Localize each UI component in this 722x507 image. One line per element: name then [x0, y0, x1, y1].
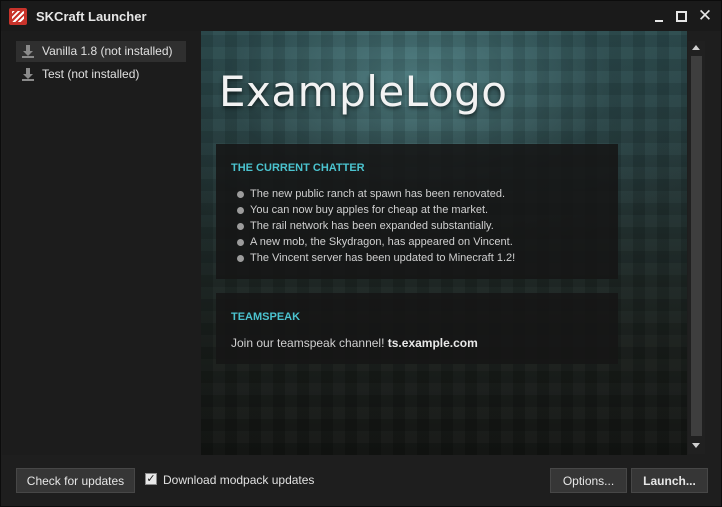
news-item: The new public ranch at spawn has been r… — [236, 186, 515, 202]
download-icon — [22, 45, 34, 58]
news-item: A new mob, the Skydragon, has appeared o… — [236, 234, 515, 250]
scroll-down-icon[interactable] — [688, 439, 705, 452]
teamspeak-heading: TEAMSPEAK — [231, 311, 301, 323]
news-heading: THE CURRENT CHATTER — [231, 162, 365, 174]
launcher-window: SKCraft Launcher ✕ Vanilla 1.8 (not inst… — [0, 0, 722, 507]
options-button[interactable]: Options... — [550, 468, 627, 493]
close-button[interactable]: ✕ — [696, 7, 714, 25]
modpack-item-test[interactable]: Test (not installed) — [16, 64, 186, 85]
download-modpack-label[interactable]: Download modpack updates — [163, 473, 314, 487]
teamspeak-host: ts.example.com — [387, 336, 478, 350]
minimize-button[interactable] — [651, 7, 669, 25]
title-bar[interactable]: SKCraft Launcher ✕ — [1, 1, 721, 31]
news-list: The new public ranch at spawn has been r… — [236, 186, 515, 266]
news-panel: THE CURRENT CHATTER The new public ranch… — [216, 144, 618, 279]
scroll-up-icon[interactable] — [688, 41, 705, 54]
launch-button[interactable]: Launch... — [631, 468, 708, 493]
modpack-label: Vanilla 1.8 (not installed) — [42, 44, 173, 58]
download-icon — [22, 68, 34, 81]
teamspeak-text: Join our teamspeak channel! ts.example.c… — [231, 336, 478, 350]
logo-text: ExampleLogo — [219, 67, 508, 116]
news-item: You can now buy apples for cheap at the … — [236, 202, 515, 218]
vertical-scrollbar[interactable] — [688, 41, 705, 454]
scroll-thumb[interactable] — [691, 56, 702, 436]
teamspeak-panel: TEAMSPEAK Join our teamspeak channel! ts… — [216, 293, 618, 364]
modpack-label: Test (not installed) — [42, 67, 140, 81]
check-updates-button[interactable]: Check for updates — [16, 468, 135, 493]
app-icon — [9, 8, 27, 25]
maximize-button[interactable] — [673, 7, 691, 25]
window-title: SKCraft Launcher — [36, 9, 147, 24]
modpack-list: Vanilla 1.8 (not installed) Test (not in… — [2, 31, 201, 455]
modpack-item-vanilla[interactable]: Vanilla 1.8 (not installed) — [16, 41, 186, 62]
teamspeak-message: Join our teamspeak channel! — [231, 336, 388, 350]
download-modpack-checkbox[interactable]: ✓ — [145, 473, 157, 485]
news-view: ExampleLogo THE CURRENT CHATTER The new … — [201, 31, 687, 455]
footer-bar: Check for updates ✓ Download modpack upd… — [2, 455, 721, 506]
news-item: The Vincent server has been updated to M… — [236, 250, 515, 266]
news-item: The rail network has been expanded subst… — [236, 218, 515, 234]
